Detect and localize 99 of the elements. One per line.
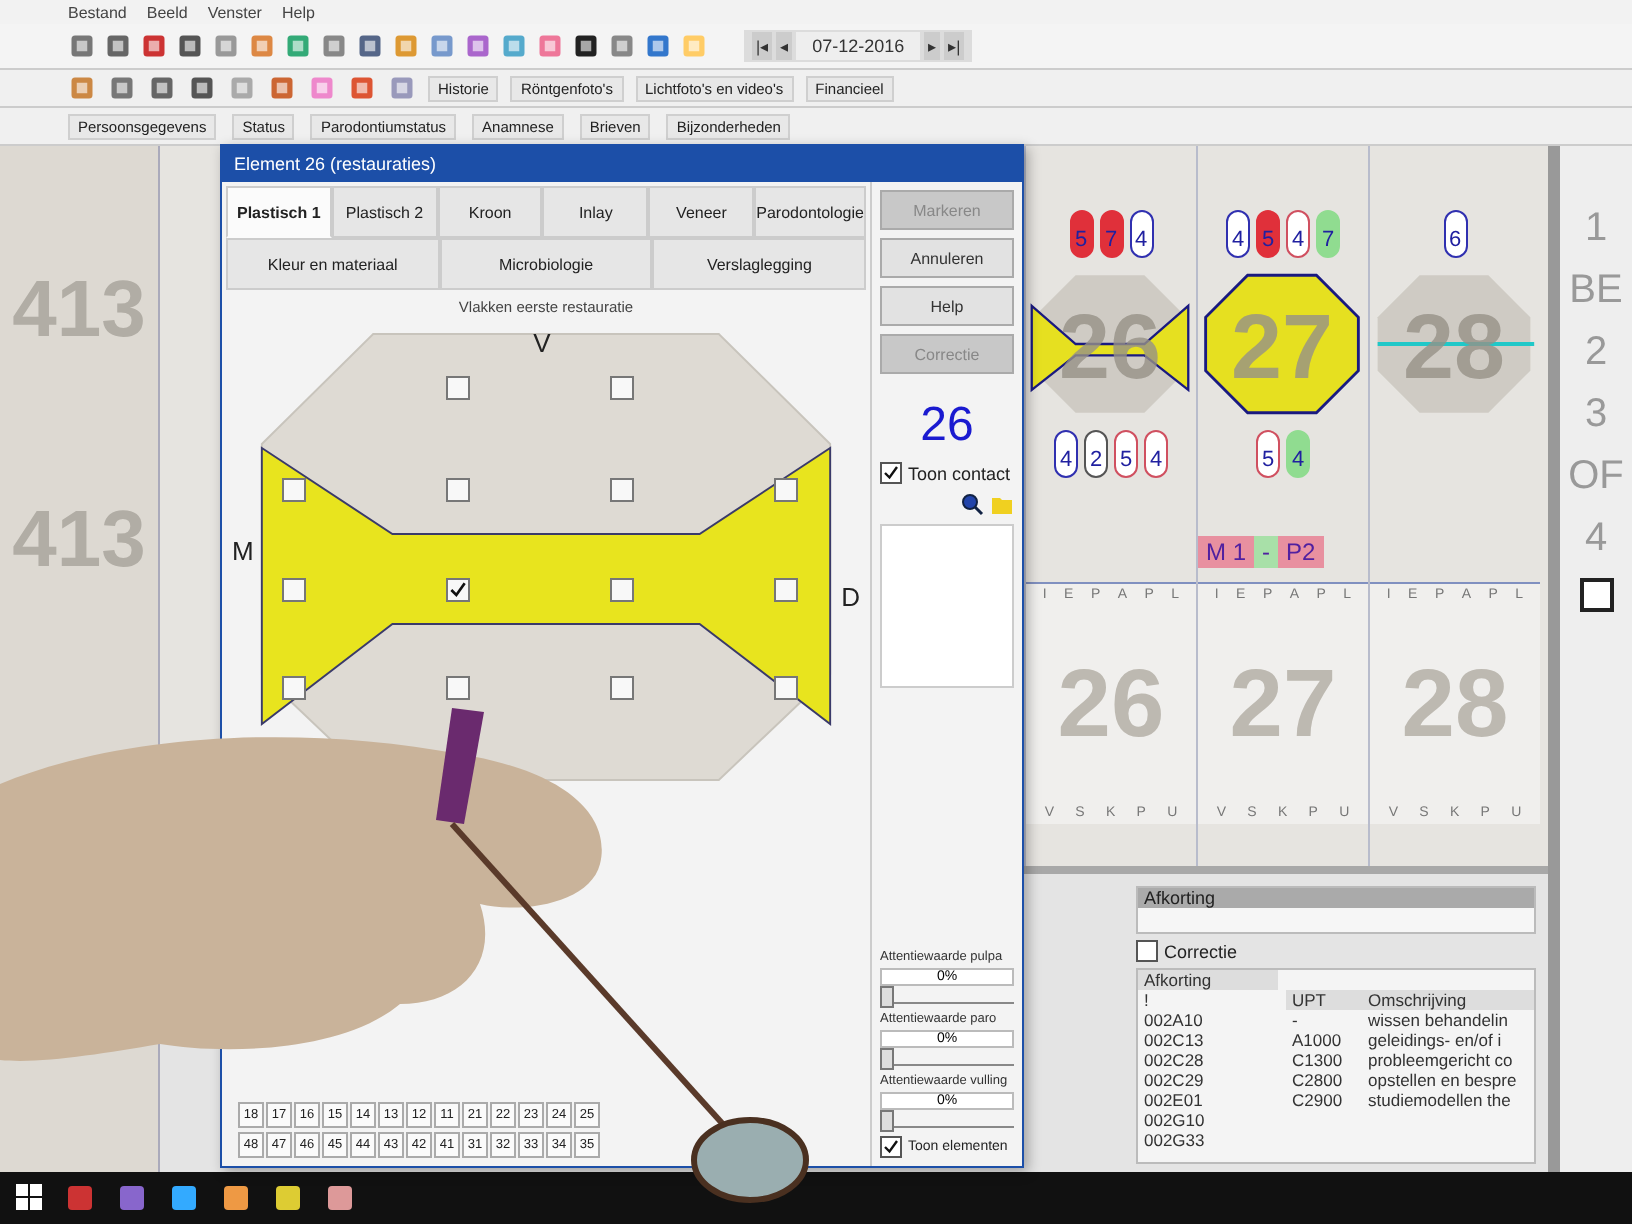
checkbox[interactable]	[1579, 578, 1613, 612]
surface-checkbox[interactable]	[609, 376, 634, 401]
checkbox-label: Toon contact	[908, 463, 1011, 483]
table-cell-text: C2800	[1290, 1070, 1345, 1090]
table-cell[interactable]: 002C28	[1138, 1050, 1278, 1070]
menu-item[interactable]: Bestand	[68, 3, 127, 21]
surface-checkbox[interactable]	[609, 578, 634, 603]
table-cell[interactable]: 002G10	[1138, 1110, 1278, 1130]
slider-thumb[interactable]	[880, 1110, 894, 1132]
taskbar-app-icon[interactable]	[324, 1182, 356, 1214]
column-header: UPT	[1286, 990, 1362, 1010]
surface-checkbox[interactable]	[445, 578, 470, 603]
table-cell-text: C1300	[1290, 1050, 1345, 1070]
surface-label: V	[533, 328, 551, 358]
pocket-depth-pill: 4	[1286, 430, 1310, 478]
row-label: BE	[1569, 268, 1623, 314]
table-cell[interactable]: 002A10	[1138, 1010, 1278, 1030]
surface-checkbox[interactable]	[445, 376, 470, 401]
row-label: 4	[1584, 516, 1608, 562]
dialog-button[interactable]: Help	[880, 286, 1014, 326]
table-cell-text: -	[1290, 1010, 1300, 1030]
checkbox-label: Correctie	[1164, 941, 1238, 961]
toolbar-icon[interactable]	[176, 32, 204, 60]
table-cell-text: opstellen en bespre	[1366, 1070, 1519, 1090]
table-cell-text: A1000	[1290, 1030, 1344, 1050]
pocket-depth-pill: 5	[1256, 210, 1280, 258]
taskbar-app-icon[interactable]	[168, 1182, 200, 1214]
element-number: 26	[918, 398, 976, 454]
toolbar-icon[interactable]	[572, 32, 600, 60]
slider-thumb[interactable]	[880, 1048, 894, 1070]
menu-item[interactable]: Beeld	[146, 3, 188, 21]
pocket-depth-pill: 4	[1286, 210, 1310, 258]
surface-checkbox[interactable]	[281, 578, 306, 603]
tooth-number: 26	[1057, 649, 1165, 759]
table-cell[interactable]: 002C29	[1138, 1070, 1278, 1090]
correctie-checkbox[interactable]	[1136, 940, 1158, 962]
pocket-depth-pill: 5	[1069, 210, 1093, 258]
tab[interactable]: Microbiologie	[439, 238, 653, 290]
pocket-depth-pill: 5	[1256, 430, 1280, 478]
afkorting-field[interactable]: Afkorting	[1136, 886, 1536, 934]
mobility-tag: -	[1254, 536, 1279, 568]
pocket-depth-pill: 4	[1226, 210, 1250, 258]
tab[interactable]: Veneer	[648, 186, 755, 238]
column-header: Omschrijving	[1362, 990, 1534, 1010]
dialog-button[interactable]: Annuleren	[880, 238, 1014, 278]
table-cell-text: probleemgericht co	[1366, 1050, 1515, 1070]
pocket-depth-pill: 4	[1054, 430, 1078, 478]
table-cell[interactable]: 002C13	[1138, 1030, 1278, 1050]
navigation-button[interactable]: |◂	[752, 32, 773, 60]
surface-label: M	[232, 535, 254, 566]
tab[interactable]: Kroon	[437, 186, 543, 238]
pocket-depth-pill: 2	[1084, 430, 1108, 478]
tooth-number: 28	[1401, 649, 1509, 759]
toon-elementen-checkbox[interactable]	[880, 1136, 902, 1158]
mobility-tag: P2	[1278, 536, 1324, 568]
row-label: 3	[1584, 392, 1608, 438]
row-label: 1	[1584, 206, 1608, 252]
table-cell[interactable]: 002G33	[1138, 1130, 1278, 1150]
windows-icon[interactable]	[16, 1184, 44, 1212]
table-cell[interactable]: !	[1138, 990, 1278, 1010]
tab[interactable]: Plastisch 1	[226, 186, 332, 238]
menu-item[interactable]: Help	[281, 3, 315, 21]
mobility-tag: M 1	[1198, 536, 1255, 568]
pocket-depth-pill: 4	[1144, 430, 1168, 478]
tab[interactable]: Verslaglegging	[652, 238, 867, 290]
navigation-button[interactable]: ◂	[776, 32, 793, 60]
tab[interactable]: Kleur en materiaal	[226, 238, 440, 290]
menu-item[interactable]: Venster	[207, 3, 262, 21]
row-label: 2	[1584, 330, 1608, 376]
tooth-number: 27	[1229, 649, 1337, 759]
navigation-button[interactable]: ▸	[924, 32, 941, 60]
table-cell-text: geleidings- en/of i	[1366, 1030, 1504, 1050]
pocket-depth-pill: 6	[1443, 210, 1467, 258]
zoom-icon[interactable]	[960, 492, 984, 516]
tab[interactable]: Plastisch 2	[331, 186, 438, 238]
table-cell[interactable]: 002E01	[1138, 1090, 1278, 1110]
taskbar-app-icon[interactable]	[220, 1182, 252, 1214]
surface-checkbox[interactable]	[774, 675, 799, 700]
tab[interactable]: Parodontologie	[754, 186, 866, 238]
row-label: OF	[1568, 454, 1624, 500]
pocket-depth-pill: 7	[1099, 210, 1123, 258]
surface-label: D	[841, 581, 860, 612]
table-cell-text: C2900	[1290, 1090, 1345, 1110]
pocket-depth-pill: 7	[1316, 210, 1340, 258]
table-cell-text: studiemodellen the	[1366, 1090, 1513, 1110]
table-cell-text: wissen behandelin	[1366, 1010, 1510, 1030]
slider-thumb[interactable]	[880, 986, 894, 1008]
toolbar-icon[interactable]	[188, 74, 216, 102]
surface-checkbox[interactable]	[774, 477, 799, 502]
date-field[interactable]: 07-12-2016	[796, 32, 921, 60]
dialog-title: Element 26 (restauraties)	[222, 146, 1022, 182]
column-header: Afkorting	[1138, 970, 1278, 990]
tab[interactable]: Inlay	[542, 186, 649, 238]
navigation-button[interactable]: ▸|	[944, 32, 965, 60]
taskbar-app-icon[interactable]	[272, 1182, 304, 1214]
surface-checkbox[interactable]	[774, 578, 799, 603]
toon-contact-checkbox[interactable]	[880, 462, 902, 484]
pocket-depth-pill: 4	[1129, 210, 1153, 258]
pocket-depth-pill: 5	[1114, 430, 1138, 478]
